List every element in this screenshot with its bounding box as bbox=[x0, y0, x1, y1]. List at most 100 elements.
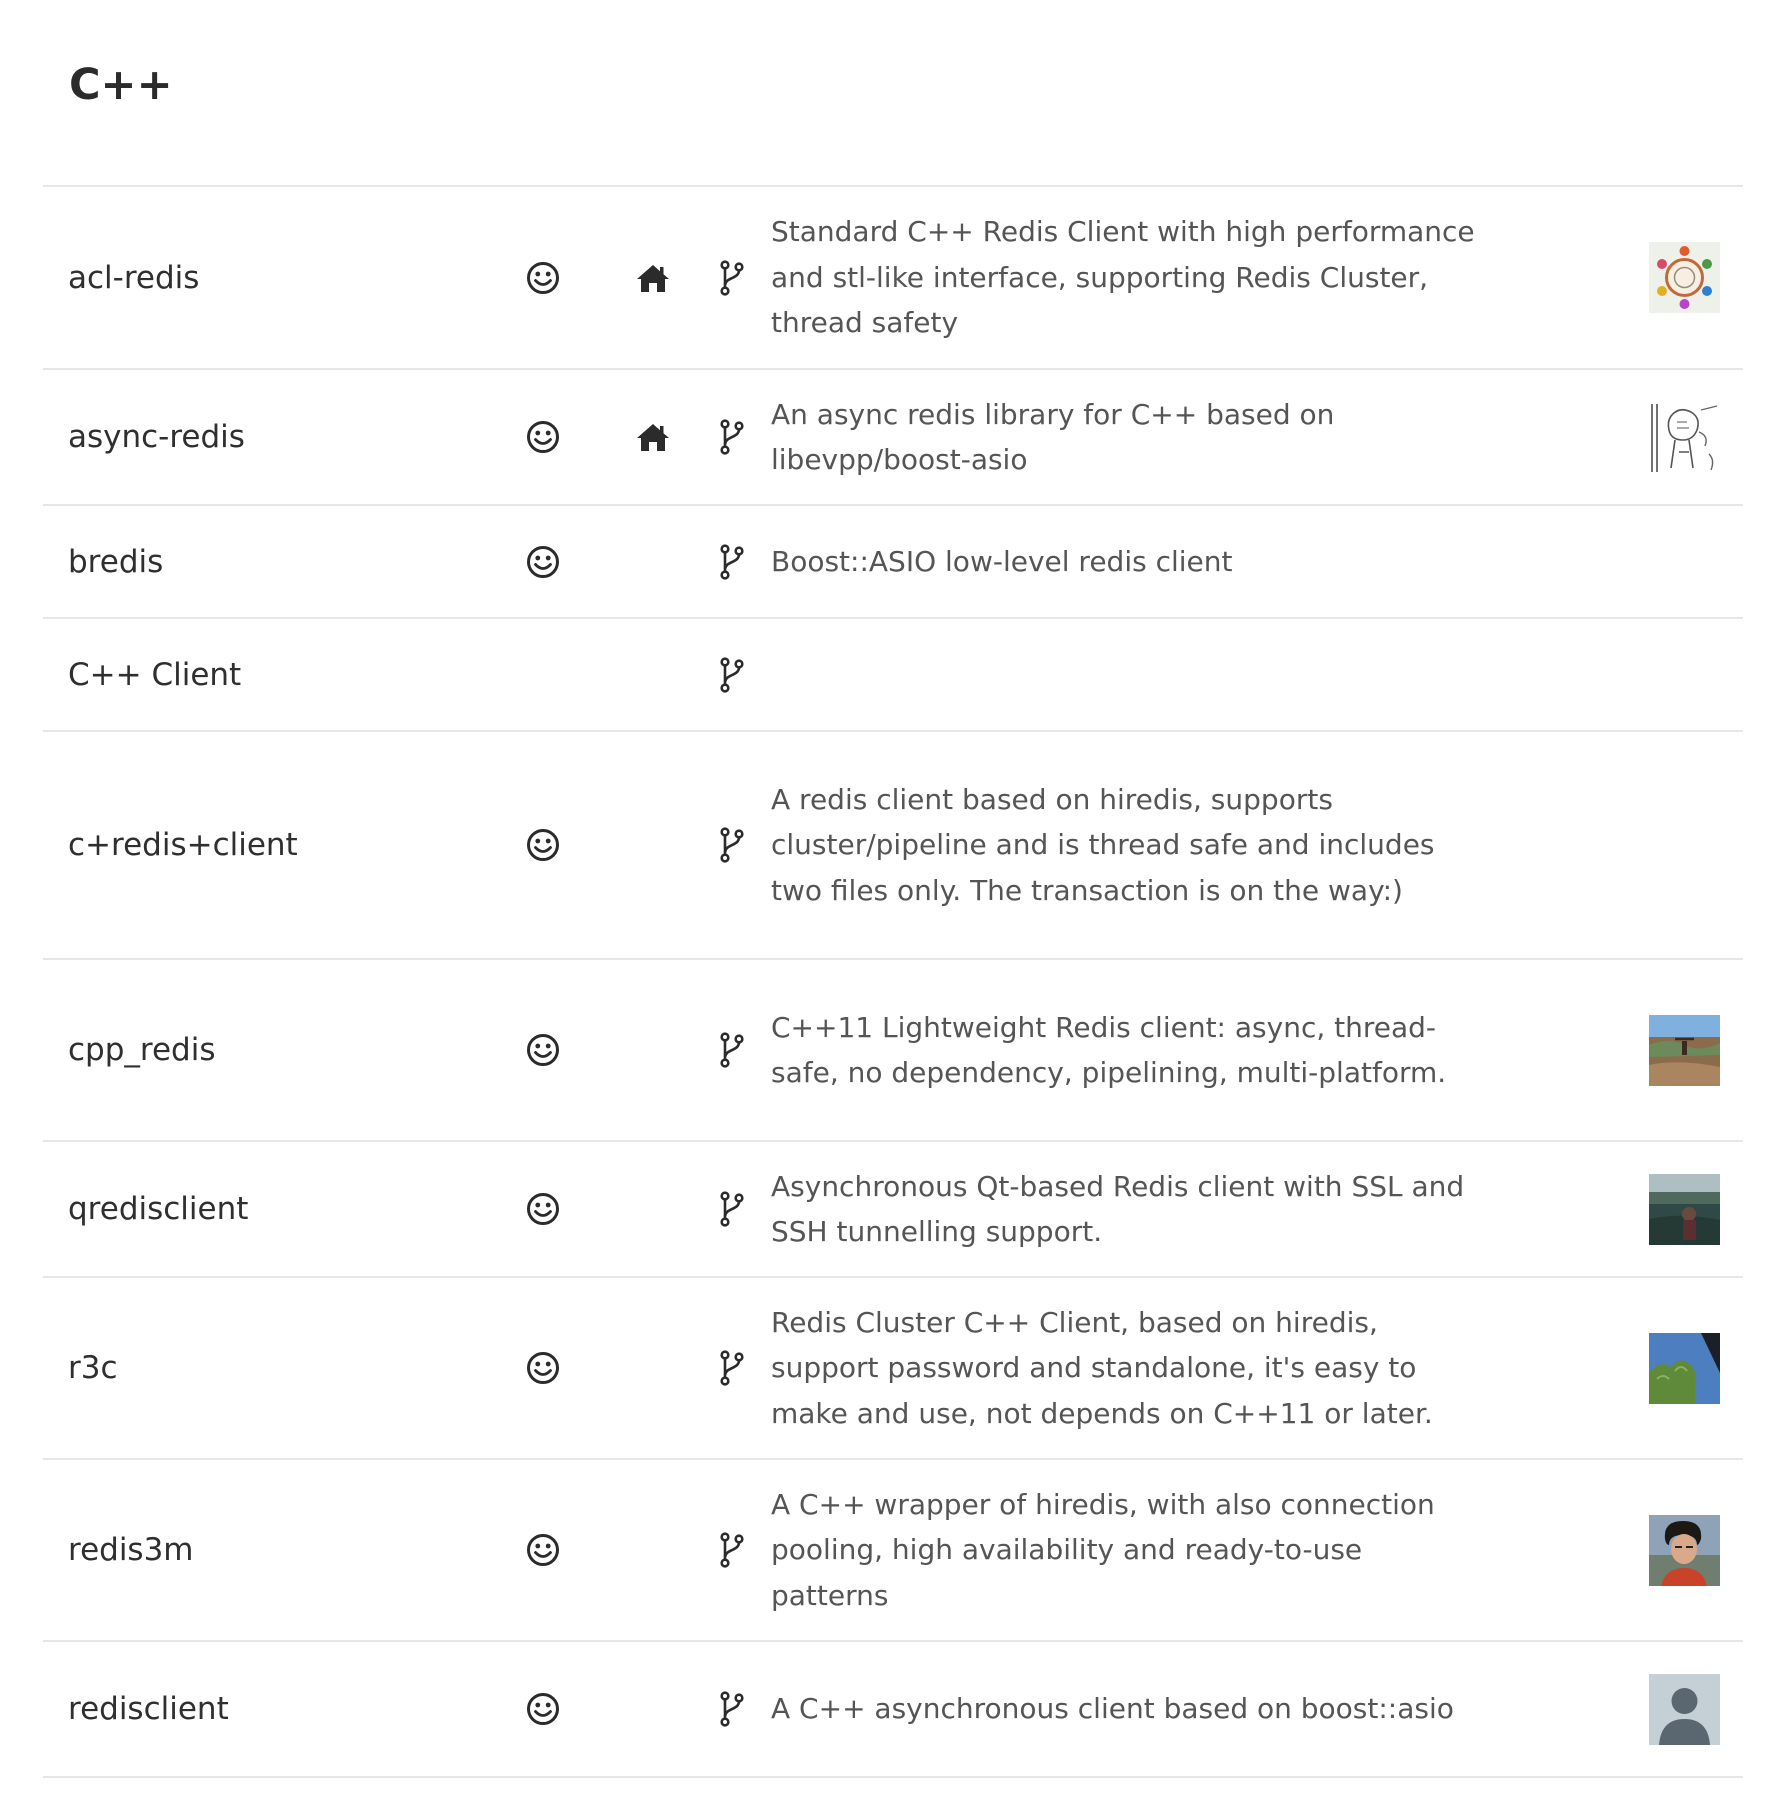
recommended-cell bbox=[473, 1459, 613, 1641]
client-row: r3c Redis Cluster C++ Client, based on hi… bbox=[43, 1277, 1743, 1459]
client-name-cell: cpp_redis bbox=[43, 959, 473, 1141]
client-name: async-redis bbox=[68, 419, 245, 455]
homepage-cell bbox=[613, 369, 693, 505]
author-avatar-cell bbox=[1508, 505, 1743, 618]
author-avatar-cell bbox=[1508, 1459, 1743, 1641]
repository-cell bbox=[693, 369, 771, 505]
recommended-smile-icon bbox=[526, 261, 560, 295]
repository-fork-icon[interactable] bbox=[719, 1350, 745, 1386]
client-row: qredisclient Asynchronous Qt-based Redis … bbox=[43, 1141, 1743, 1277]
client-description: Standard C++ Redis Client with high perf… bbox=[771, 215, 1475, 340]
client-name: qredisclient bbox=[68, 1191, 249, 1227]
client-name: r3c bbox=[68, 1350, 118, 1386]
author-avatar-cell bbox=[1508, 618, 1743, 731]
repository-cell bbox=[693, 731, 771, 959]
author-avatar[interactable] bbox=[1649, 1014, 1720, 1086]
repository-fork-icon[interactable] bbox=[719, 1191, 745, 1227]
clients-table-body: acl-redis Standard C++ Redis Client with … bbox=[43, 186, 1743, 1777]
client-name: redis3m bbox=[68, 1532, 194, 1568]
recommended-cell bbox=[473, 618, 613, 731]
author-avatar-cell bbox=[1508, 731, 1743, 959]
repository-fork-icon[interactable] bbox=[719, 259, 745, 296]
recommended-cell bbox=[473, 1641, 613, 1777]
author-avatar[interactable] bbox=[1649, 401, 1720, 473]
recommended-smile-icon bbox=[526, 828, 560, 862]
client-name: c+redis+client bbox=[68, 827, 298, 863]
author-avatar[interactable] bbox=[1649, 242, 1720, 313]
client-description: Asynchronous Qt-based Redis client with … bbox=[771, 1169, 1465, 1249]
client-row: async-redis An async redis library for C+… bbox=[43, 369, 1743, 505]
client-description: C++11 Lightweight Redis client: async, t… bbox=[771, 1010, 1447, 1090]
client-name-cell: bredis bbox=[43, 505, 473, 618]
section-title: C++ bbox=[69, 60, 173, 110]
recommended-cell bbox=[473, 369, 613, 505]
client-name: acl-redis bbox=[68, 259, 200, 296]
client-name: cpp_redis bbox=[68, 1032, 216, 1068]
homepage-cell bbox=[613, 1277, 693, 1459]
client-name-cell: redis3m bbox=[43, 1459, 473, 1641]
author-avatar-cell bbox=[1508, 1141, 1743, 1277]
client-description: A C++ asynchronous client based on boost… bbox=[771, 1692, 1454, 1726]
author-avatar[interactable] bbox=[1649, 1673, 1720, 1745]
client-name-cell: redisclient bbox=[43, 1641, 473, 1777]
author-avatar-cell bbox=[1508, 1277, 1743, 1459]
recommended-cell bbox=[473, 1277, 613, 1459]
repository-cell bbox=[693, 959, 771, 1141]
repository-fork-icon[interactable] bbox=[719, 1532, 745, 1568]
homepage-cell bbox=[613, 186, 693, 369]
recommended-cell bbox=[473, 1141, 613, 1277]
repository-fork-icon[interactable] bbox=[719, 656, 745, 693]
repository-cell bbox=[693, 1277, 771, 1459]
repository-cell bbox=[693, 1641, 771, 1777]
client-description bbox=[771, 618, 1508, 731]
author-avatar-cell bbox=[1508, 959, 1743, 1141]
client-row: cpp_redis C++11 Lightweight Redis client:… bbox=[43, 959, 1743, 1141]
client-description: A C++ wrapper of hiredis, with also conn… bbox=[771, 1487, 1435, 1612]
recommended-smile-icon bbox=[526, 1351, 560, 1385]
client-row: c+redis+client A redis client based on hi… bbox=[43, 731, 1743, 959]
recommended-smile-icon bbox=[526, 1192, 560, 1226]
repository-cell bbox=[693, 186, 771, 369]
recommended-smile-icon bbox=[526, 1533, 560, 1567]
client-description: Boost::ASIO low-level redis client bbox=[771, 544, 1233, 578]
client-description: An async redis library for C++ based on … bbox=[771, 397, 1335, 477]
repository-fork-icon[interactable] bbox=[719, 1691, 745, 1727]
client-row: acl-redis Standard C++ Redis Client with … bbox=[43, 186, 1743, 369]
client-name-cell: c+redis+client bbox=[43, 731, 473, 959]
recommended-cell bbox=[473, 186, 613, 369]
client-name: C++ Client bbox=[68, 656, 242, 693]
client-row: redis3m A C++ wrapper of hiredis, with al… bbox=[43, 1459, 1743, 1641]
author-avatar[interactable] bbox=[1649, 1514, 1720, 1586]
clients-table: acl-redis Standard C++ Redis Client with … bbox=[43, 185, 1743, 1778]
author-avatar[interactable] bbox=[1649, 1332, 1720, 1404]
client-name: bredis bbox=[68, 543, 164, 580]
repository-fork-icon[interactable] bbox=[719, 827, 745, 863]
homepage-cell bbox=[613, 731, 693, 959]
recommended-cell bbox=[473, 505, 613, 618]
author-avatar-cell bbox=[1508, 1641, 1743, 1777]
author-avatar[interactable] bbox=[1649, 1173, 1720, 1245]
client-row: bredis Boost::ASIO low-level redis client bbox=[43, 505, 1743, 618]
author-avatar-cell bbox=[1508, 186, 1743, 369]
homepage-cell bbox=[613, 1141, 693, 1277]
homepage-cell bbox=[613, 959, 693, 1141]
repository-cell bbox=[693, 1459, 771, 1641]
repository-cell bbox=[693, 618, 771, 731]
recommended-cell bbox=[473, 959, 613, 1141]
homepage-cell bbox=[613, 618, 693, 731]
homepage-link-icon[interactable] bbox=[635, 263, 671, 293]
repository-cell bbox=[693, 1141, 771, 1277]
recommended-cell bbox=[473, 731, 613, 959]
repository-fork-icon[interactable] bbox=[719, 1032, 745, 1068]
recommended-smile-icon bbox=[526, 420, 560, 454]
recommended-smile-icon bbox=[526, 1692, 560, 1726]
repository-fork-icon[interactable] bbox=[719, 543, 745, 580]
client-name: redisclient bbox=[68, 1691, 229, 1727]
homepage-cell bbox=[613, 1641, 693, 1777]
client-row: C++ Client bbox=[43, 618, 1743, 731]
page: C++ acl-redis Standard C++ Redis Client w… bbox=[0, 0, 1786, 1816]
client-name-cell: async-redis bbox=[43, 369, 473, 505]
client-row: redisclient A C++ asynchronous client bas… bbox=[43, 1641, 1743, 1777]
repository-fork-icon[interactable] bbox=[719, 419, 745, 455]
homepage-link-icon[interactable] bbox=[635, 422, 671, 452]
